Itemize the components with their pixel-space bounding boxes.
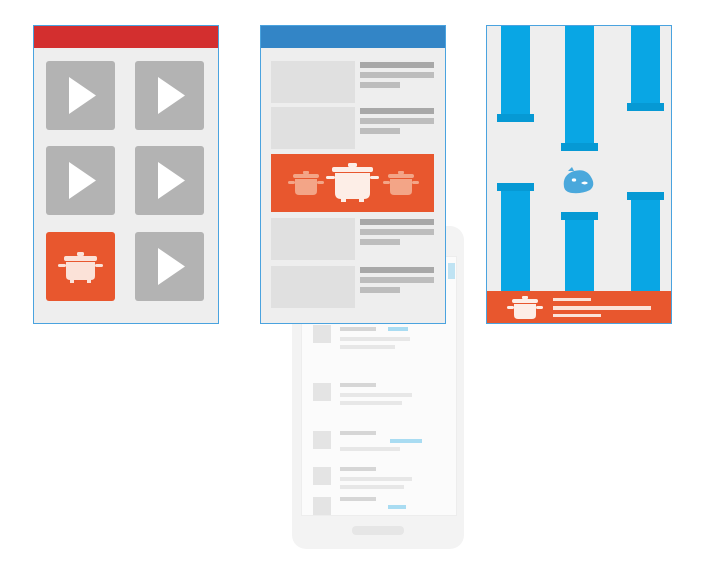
- pipe-cap: [497, 114, 534, 122]
- phone-list-item: [310, 495, 450, 515]
- cooking-pot-icon: [507, 296, 543, 319]
- cookware-ad-tile[interactable]: [46, 232, 115, 301]
- pipe-cap: [561, 212, 598, 220]
- video-tile[interactable]: [135, 232, 204, 301]
- video-grid-panel: [33, 25, 219, 324]
- cooking-pot-icon: [288, 163, 419, 202]
- video-tile[interactable]: [135, 146, 204, 215]
- pipe-cap: [627, 103, 664, 111]
- video-tile[interactable]: [46, 61, 115, 130]
- article-thumbnail: [271, 107, 355, 149]
- article-thumbnail: [271, 61, 355, 103]
- pipe-cap: [561, 143, 598, 151]
- top-pipe: [501, 26, 530, 114]
- video-tile[interactable]: [135, 61, 204, 130]
- pipe-cap: [497, 183, 534, 191]
- cookware-ad-banner[interactable]: [487, 291, 671, 323]
- bottom-pipe: [565, 220, 594, 291]
- article-list-panel: [260, 25, 446, 324]
- bird-icon: [563, 167, 594, 194]
- phone-list-item: [310, 465, 450, 495]
- phone-home-button: [352, 526, 404, 535]
- pipe-cap: [627, 192, 664, 200]
- flappy-game-panel: [486, 25, 672, 324]
- video-grid-header-bar: [34, 26, 218, 48]
- play-icon: [158, 248, 185, 285]
- bottom-pipe: [501, 191, 530, 291]
- cooking-pot-icon: [58, 252, 103, 283]
- play-icon: [69, 162, 96, 199]
- phone-list-item: [310, 429, 450, 459]
- top-pipe: [565, 26, 594, 143]
- phone-status-accent: [448, 263, 455, 279]
- video-tile[interactable]: [46, 146, 115, 215]
- top-pipe: [631, 26, 660, 103]
- article-thumbnail: [271, 218, 355, 260]
- phone-list-item: [310, 381, 450, 421]
- play-icon: [69, 77, 96, 114]
- cookware-ad-banner[interactable]: [271, 154, 434, 212]
- play-icon: [158, 77, 185, 114]
- bottom-pipe: [631, 200, 660, 291]
- phone-list-item: [310, 323, 450, 363]
- article-thumbnail: [271, 266, 355, 308]
- play-icon: [158, 162, 185, 199]
- article-list-header-bar: [261, 26, 445, 48]
